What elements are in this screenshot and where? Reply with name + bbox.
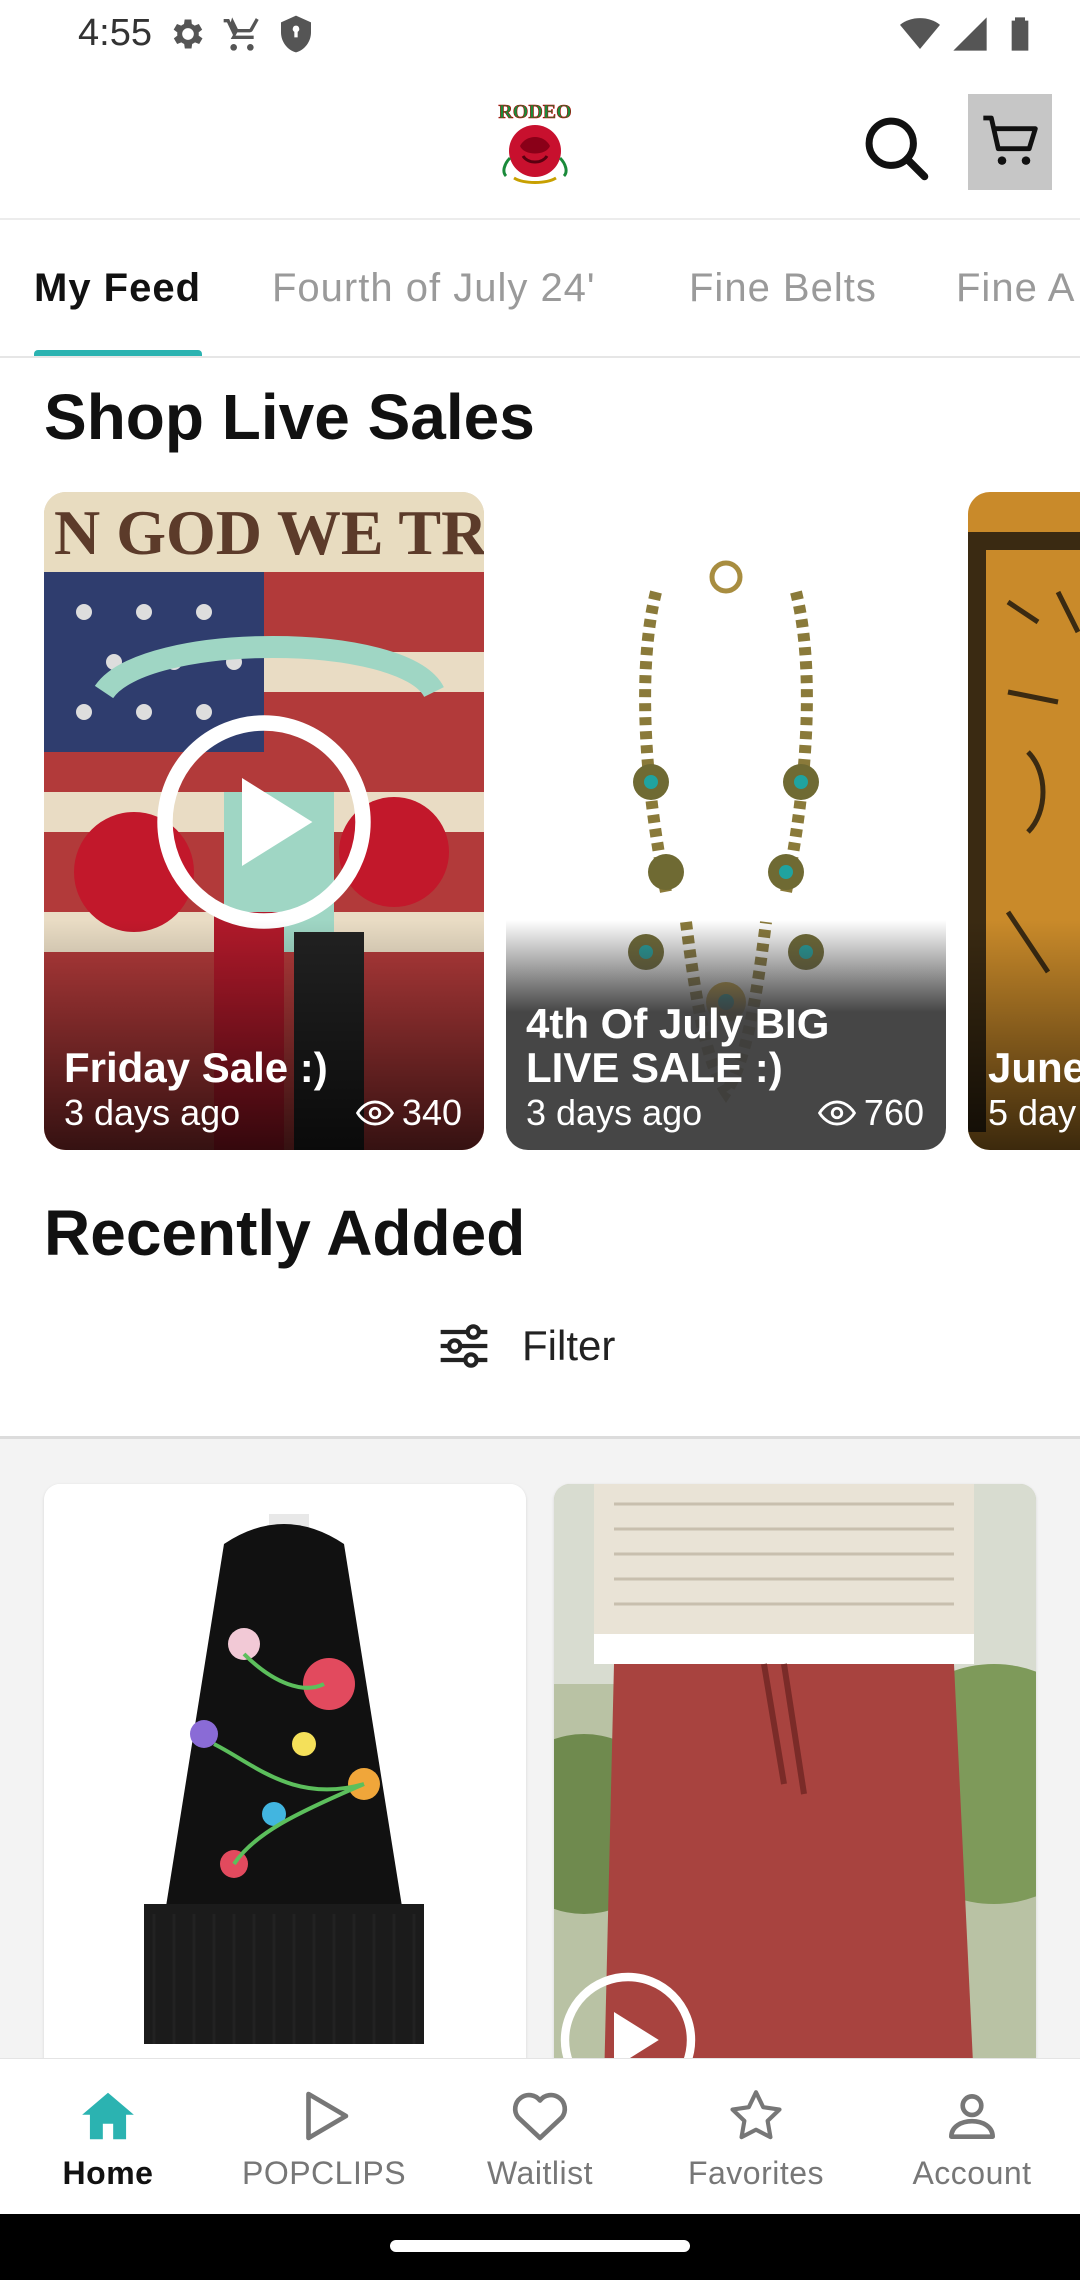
signal-icon <box>953 17 987 51</box>
heart-icon <box>512 2092 568 2141</box>
filter-button[interactable]: Filter <box>436 1318 615 1374</box>
nav-waitlist-label: Waitlist <box>487 2155 593 2191</box>
svg-text:RODEO: RODEO <box>498 101 571 123</box>
nav-popclips[interactable]: POPCLIPS <box>216 2059 432 2215</box>
tab-my-feed[interactable]: My Feed <box>34 266 201 311</box>
product-card[interactable] <box>44 1484 526 2084</box>
home-gesture-pill[interactable] <box>390 2240 690 2252</box>
eye-icon <box>355 1100 394 1126</box>
live-sale-card[interactable]: N GOD WE TR Friday Sale:) 3 days ago 34… <box>44 492 484 1150</box>
views-count: 760 <box>863 1092 924 1133</box>
wifi-icon <box>900 18 940 49</box>
nav-waitlist[interactable]: Waitlist <box>432 2059 648 2215</box>
star-icon <box>730 2090 782 2140</box>
product-card[interactable] <box>554 1484 1036 2084</box>
cart-icon <box>223 17 259 51</box>
nav-popclips-label: POPCLIPS <box>241 2155 407 2191</box>
rodeo-logo[interactable]: RODEO <box>490 96 580 192</box>
live-sale-views: 760 <box>817 1092 924 1134</box>
live-sale-title: Friday Sale :) <box>64 1044 328 1091</box>
status-icons-left <box>168 14 316 54</box>
gear-icon <box>173 19 203 49</box>
play-icon <box>306 2091 349 2141</box>
category-tabs: My Feed Fourth of July 24' Fine Belts Fi… <box>0 222 1080 358</box>
svg-text:N GOD WE TR: N GOD WE TR <box>54 497 484 568</box>
status-icons-right <box>900 14 1040 54</box>
eye-icon <box>817 1100 856 1126</box>
live-sale-card[interactable]: June 5 day <box>968 492 1080 1150</box>
home-icon <box>82 2092 134 2140</box>
nav-favorites[interactable]: Favorites <box>648 2059 864 2215</box>
cart-icon <box>983 115 1038 165</box>
live-sale-time: 3 days ago <box>526 1092 703 1133</box>
tab-indicator <box>34 350 202 356</box>
play-icon[interactable] <box>154 712 374 932</box>
recently-added-title: Recently Added <box>44 1197 526 1269</box>
views-count: 340 <box>401 1092 462 1133</box>
search-button[interactable] <box>858 110 934 186</box>
nav-home[interactable]: Home <box>0 2059 216 2215</box>
tab-fourth-of-july[interactable]: Fourth of July 24' <box>272 266 596 311</box>
live-sales-carousel: N GOD WE TR Friday Sale:) 3 days ago 34… <box>0 492 1080 1152</box>
nav-account[interactable]: Account <box>864 2059 1080 2215</box>
status-time: 4:55 <box>78 12 152 54</box>
live-sale-card[interactable]: 4th Of July BIG LIVE SALE :) 3 days ago … <box>506 492 946 1150</box>
live-sale-title: June <box>988 1044 1080 1091</box>
nav-home-label: Home <box>62 2155 154 2191</box>
cart-button[interactable] <box>968 94 1052 190</box>
live-sale-views: 340 <box>355 1092 462 1134</box>
live-sale-time: 3 days ago <box>64 1092 241 1133</box>
product-image <box>44 1484 526 2084</box>
tab-fine-a[interactable]: Fine A <box>956 266 1075 311</box>
battery-icon <box>1011 17 1029 51</box>
shield-icon <box>281 15 311 53</box>
live-sale-title: 4th Of July BIG LIVE SALE :) <box>526 1000 830 1091</box>
tab-fine-belts[interactable]: Fine Belts <box>689 266 877 311</box>
system-nav-bar <box>0 2214 1080 2280</box>
nav-favorites-label: Favorites <box>687 2155 825 2191</box>
live-sale-time: 5 day <box>988 1092 1077 1133</box>
status-bar: 4:55 <box>0 0 1080 70</box>
nav-account-label: Account <box>912 2155 1032 2191</box>
filter-icon <box>440 1324 488 1368</box>
screen: 4:55 RODEO My Feed Fourth of July 24' Fi… <box>0 0 1080 2280</box>
person-icon <box>949 2094 995 2139</box>
filter-label: Filter <box>522 1322 616 1369</box>
app-bar: RODEO <box>0 70 1080 220</box>
live-sales-title: Shop Live Sales <box>44 381 535 453</box>
bottom-nav: Home POPCLIPS Waitlist Favorites Account <box>0 2058 1080 2214</box>
